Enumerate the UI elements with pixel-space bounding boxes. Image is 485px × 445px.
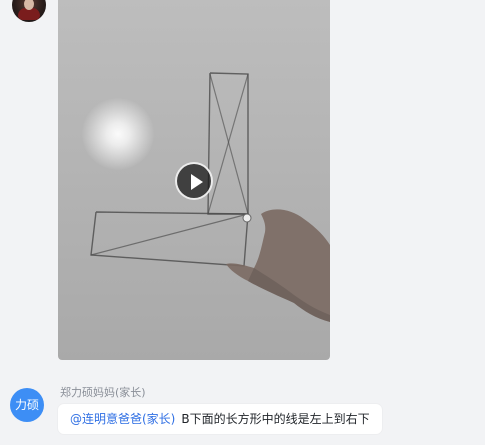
top-user-avatar[interactable] — [12, 0, 46, 22]
sender-name: 郑力硕妈妈(家长) — [60, 386, 146, 399]
message-text: B下面的长方形中的线是左上到右下 — [181, 412, 370, 426]
chat-window: 力硕 郑力硕妈妈(家长) @连明意爸爸(家长) B下面的长方形中的线是左上到右下 — [0, 0, 485, 445]
message-bubble: @连明意爸爸(家长) B下面的长方形中的线是左上到右下 — [58, 404, 382, 434]
sender-avatar[interactable]: 力硕 — [10, 388, 44, 422]
video-play-button[interactable] — [175, 162, 213, 200]
play-icon — [191, 174, 203, 190]
horizontal-diagonal — [90, 213, 249, 256]
metal-ball — [242, 213, 252, 223]
hand — [226, 209, 330, 322]
video-message[interactable] — [58, 0, 330, 360]
mention-link[interactable]: @连明意爸爸(家长) — [70, 412, 175, 426]
